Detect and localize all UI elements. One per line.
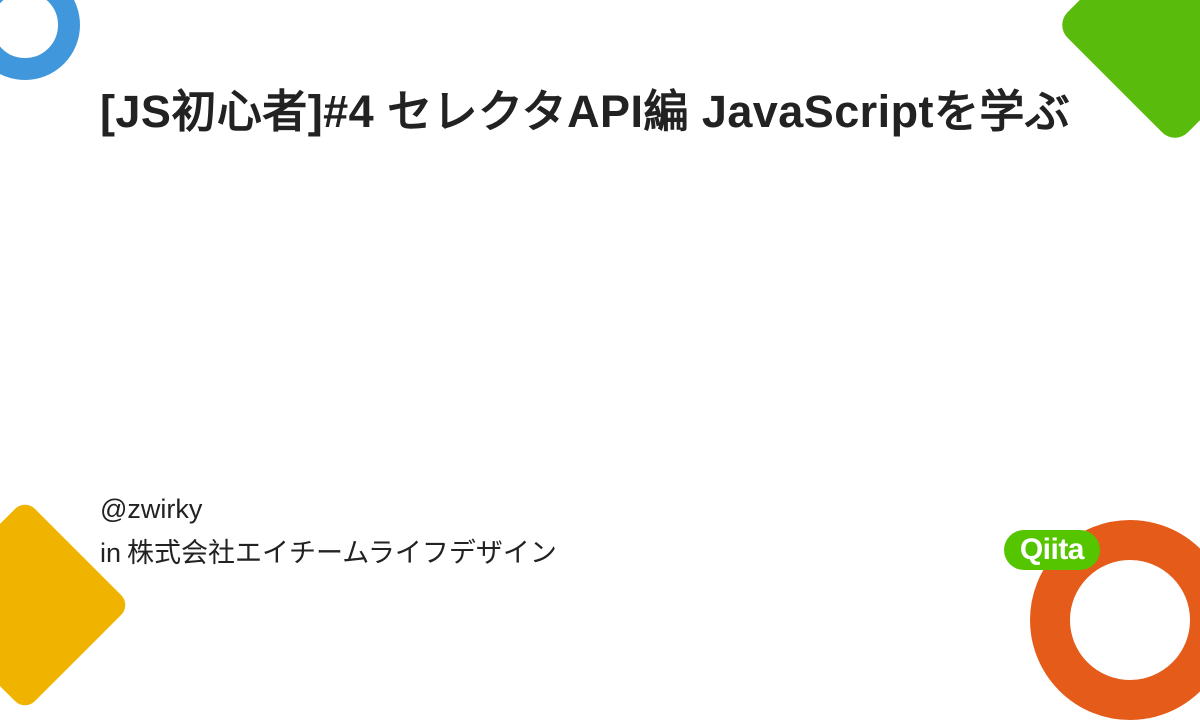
qiita-logo: Qiita (1004, 530, 1100, 570)
card-footer: @zwirky in株式会社エイチームライフデザイン Qiita (100, 494, 1100, 570)
article-title: [JS初心者]#4 セレクタAPI編 JavaScriptを学ぶ (100, 78, 1100, 146)
organization-name: 株式会社エイチームライフデザイン (127, 538, 557, 568)
organization-prefix: in (100, 538, 121, 568)
card-content: [JS初心者]#4 セレクタAPI編 JavaScriptを学ぶ @zwirky… (0, 0, 1200, 630)
author-meta: @zwirky in株式会社エイチームライフデザイン (100, 494, 557, 570)
organization-line: in株式会社エイチームライフデザイン (100, 531, 557, 570)
author-handle: @zwirky (100, 494, 557, 525)
